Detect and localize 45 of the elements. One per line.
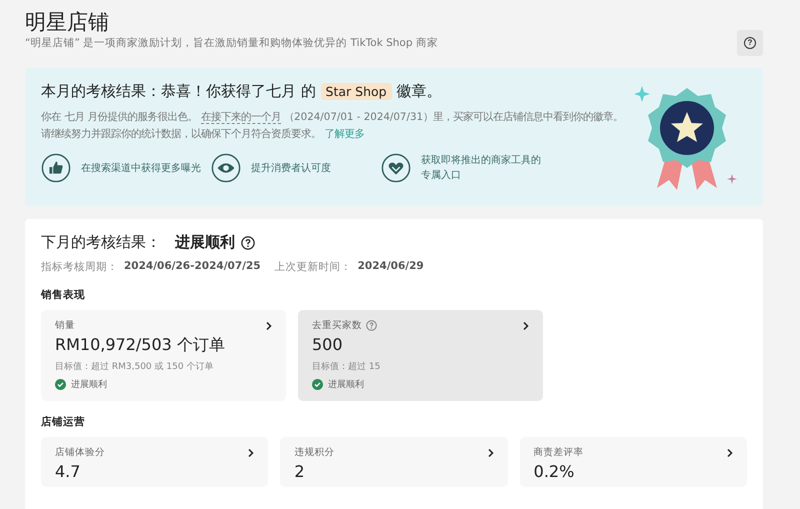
metric-value: RM10,972/503 个订单 — [55, 334, 226, 356]
page-subtitle: “明星店铺” 是一项商家激励计划，旨在激励销量和购物体验优异的 TikTok Shop 商家 — [25, 36, 438, 50]
section-title: 店铺运营 — [41, 415, 86, 429]
help-icon[interactable] — [241, 236, 255, 250]
metric-value: 4.7 — [55, 461, 82, 483]
metric-value: 2 — [294, 461, 306, 483]
benefit-label: 在搜索渠道中获得更多曝光 — [81, 162, 201, 176]
chevron-right-icon — [246, 448, 256, 458]
meta-value: 2024/06/29 — [358, 260, 424, 274]
metric-status: 进展顺利 — [328, 378, 364, 391]
banner-headline: 本月的考核结果：恭喜！你获得了七月 的 Star Shop 徽章。 — [41, 81, 442, 102]
check-circle-icon — [55, 379, 66, 390]
metric-name: 去重买家数 — [312, 319, 362, 332]
chevron-right-icon — [724, 448, 735, 458]
eye-icon — [211, 153, 241, 183]
benefit-label: 提升消费者认可度 — [251, 162, 332, 176]
benefit-label: 获取即将推出的商家工具的专属入口 — [421, 154, 541, 183]
metric-value: 0.2% — [534, 461, 576, 483]
panel-title: 下月的考核结果： — [41, 233, 161, 252]
meta-label: 指标考核周期： — [41, 260, 118, 274]
metric-card[interactable]: 商责差评率 0.2% — [520, 437, 747, 487]
banner-description: 你在 七月 月份提供的服务很出色。 在接下来的一个月 （2024/07/01 - 2024/07/31）里，买家可以在店铺信息中看到你的徽章。请继续努力并跟踪你的统计数据，以确保下个月符合资质要求。 了解更多 — [41, 110, 624, 142]
help-button[interactable]: ? — [737, 30, 763, 56]
metric-card[interactable]: 去重买家数 500 目标值：超过 15 进展顺利 — [298, 310, 543, 401]
metric-card[interactable]: 销量 RM10,972/503 个订单 目标值：超过 RM3,500 或 150 个订单 进展顺利 — [41, 310, 286, 401]
meta-label: 上次更新时间： — [274, 260, 352, 274]
chevron-right-icon — [264, 320, 274, 330]
metric-card[interactable]: 违规积分 2 — [280, 437, 508, 487]
metric-name: 店铺体验分 — [55, 446, 105, 459]
metric-name: 销量 — [55, 319, 75, 332]
check-circle-icon — [312, 379, 323, 390]
metric-target: 目标值：超过 15 — [312, 360, 382, 373]
metric-target: 目标值：超过 RM3,500 或 150 个订单 — [55, 360, 214, 373]
page-title: 明星店铺 — [25, 9, 110, 36]
metric-value: 500 — [312, 334, 344, 356]
chevron-right-icon — [486, 448, 496, 458]
meta-value: 2024/06/26-2024/07/25 — [124, 260, 261, 274]
thumbs-up-icon — [41, 153, 71, 183]
metric-status: 进展顺利 — [71, 378, 107, 391]
section-title: 销售表现 — [41, 288, 86, 302]
chevron-right-icon — [521, 320, 531, 330]
metric-card[interactable]: 店铺体验分 4.7 — [41, 437, 268, 487]
metric-name: 商责差评率 — [534, 446, 584, 459]
metric-name: 违规积分 — [294, 446, 334, 459]
status-text: 进展顺利 — [175, 233, 235, 252]
